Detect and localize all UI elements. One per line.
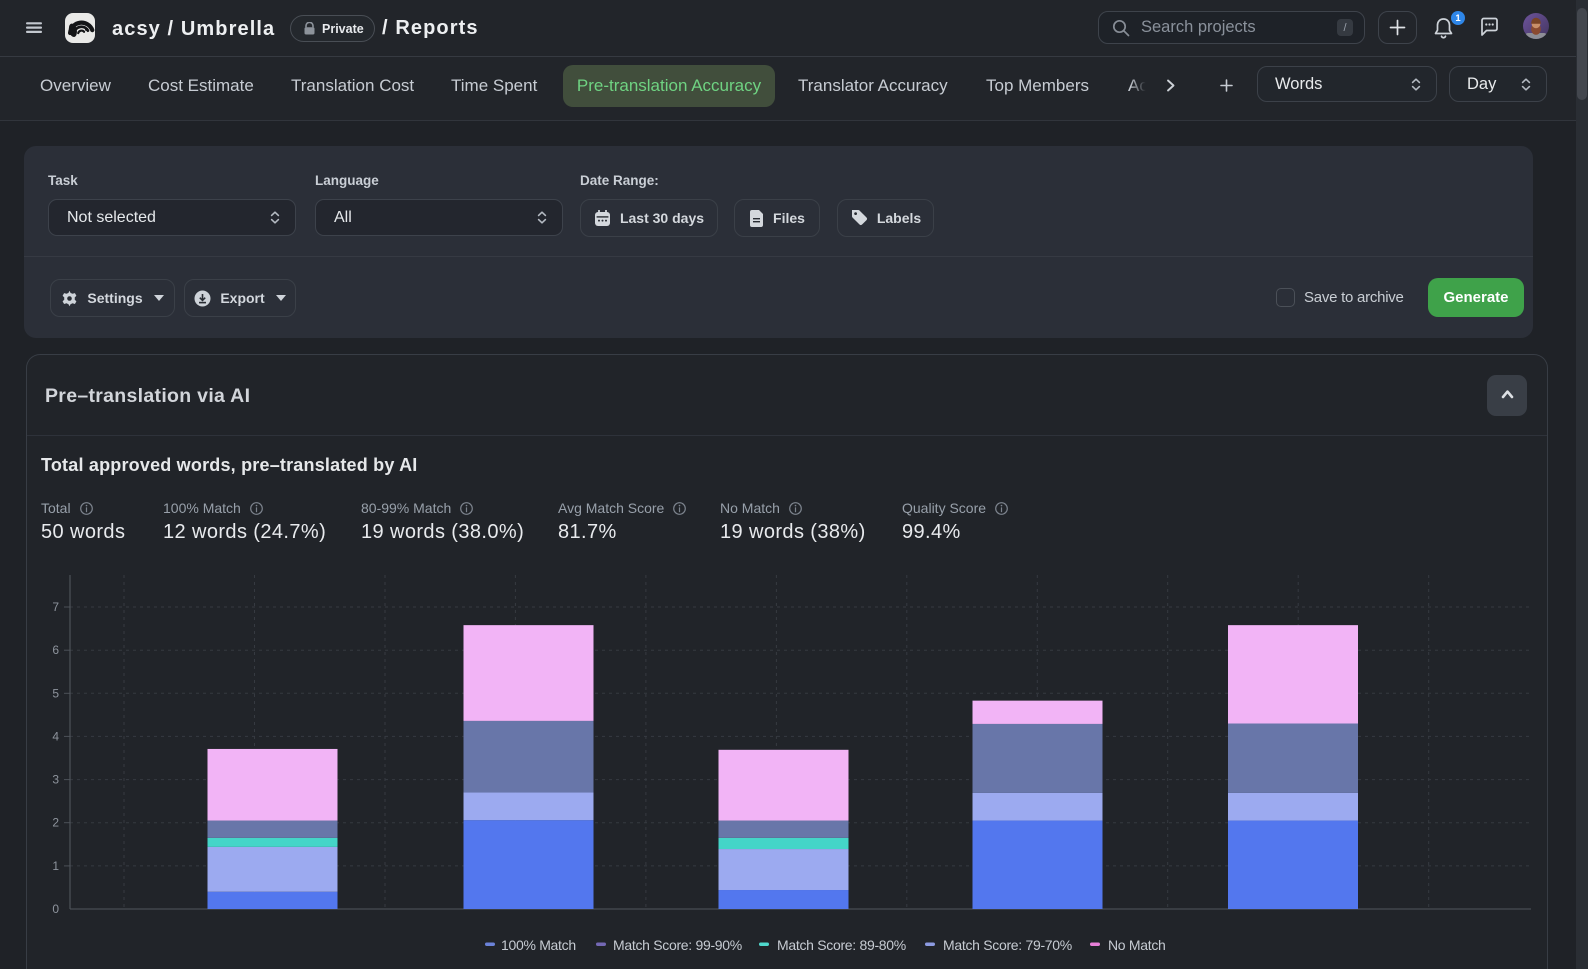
svg-text:2: 2 bbox=[52, 816, 59, 830]
svg-text:100% Match: 100% Match bbox=[501, 937, 576, 953]
svg-text:7: 7 bbox=[52, 600, 59, 614]
svg-text:Match Score: 79-70%: Match Score: 79-70% bbox=[943, 937, 1072, 953]
svg-text:4: 4 bbox=[52, 729, 59, 743]
svg-text:3: 3 bbox=[52, 773, 59, 787]
svg-text:Match Score: 89-80%: Match Score: 89-80% bbox=[777, 937, 906, 953]
svg-text:1: 1 bbox=[52, 859, 59, 873]
svg-text:Match Score: 99-90%: Match Score: 99-90% bbox=[613, 937, 742, 953]
svg-text:No Match: No Match bbox=[1108, 937, 1166, 953]
svg-text:6: 6 bbox=[52, 643, 59, 657]
svg-text:5: 5 bbox=[52, 686, 59, 700]
svg-text:0: 0 bbox=[52, 902, 59, 916]
